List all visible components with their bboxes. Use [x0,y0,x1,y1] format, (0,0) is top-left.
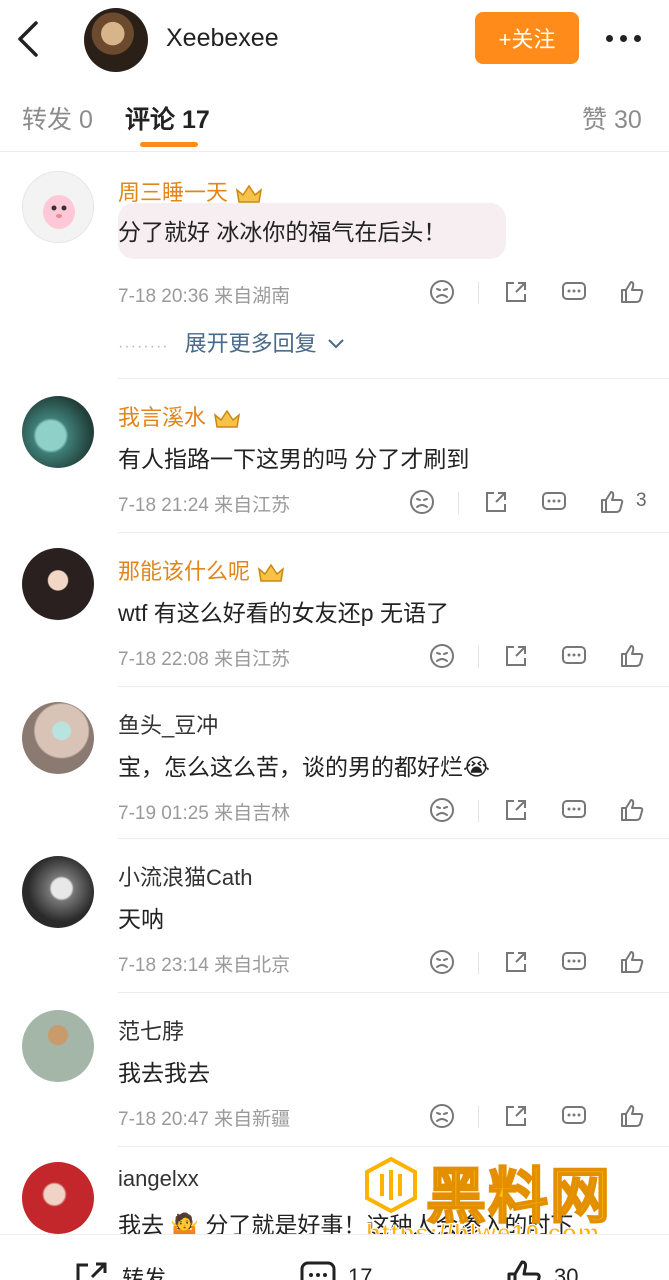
tab-comments[interactable]: 评论 17 [125,100,210,136]
dislike-icon[interactable] [428,278,456,306]
commenter-name[interactable]: 我言溪水 [118,400,242,432]
comment-actions [428,278,658,308]
like-count: 3 [636,490,647,511]
share-icon[interactable] [482,488,510,516]
commenter-avatar[interactable] [22,702,94,774]
profile-username[interactable]: Xeebexee [166,24,279,53]
comment-text: 有人指路一下这男的吗 分了才刷到 [118,446,470,472]
commenter-name[interactable]: 小流浪猫Cath [118,860,252,892]
commenter-avatar[interactable] [22,548,94,620]
comment-meta: 7-18 22:08 来自江苏 [118,649,291,670]
comment-meta: 7-18 23:14 来自北京 [118,955,291,976]
commenter-name[interactable]: 那能该什么呢 [118,554,286,586]
reply-icon[interactable] [540,488,568,516]
commenter-name-text[interactable]: 我言溪水 [118,405,206,430]
tab-likes[interactable]: 赞 30 [582,100,642,136]
like-icon[interactable] [618,642,646,670]
comment-divider [118,992,669,993]
reply-icon[interactable] [560,642,588,670]
comment-actions [428,642,658,672]
comment-meta: 7-18 20:47 来自新疆 [118,1109,291,1130]
comment-divider [118,1146,669,1147]
dislike-icon[interactable] [428,948,456,976]
reply-icon[interactable] [560,796,588,824]
comment-button[interactable]: 17 [298,1257,372,1280]
comment-meta: 7-18 20:36 来自湖南 [118,286,291,307]
comment-divider [118,686,669,687]
comment-divider [118,838,669,839]
comment-text: 我去我去 [118,1060,210,1086]
commenter-avatar[interactable] [22,856,94,928]
dislike-icon[interactable] [428,796,456,824]
like-button[interactable]: 30 [504,1257,578,1280]
commenter-avatar[interactable] [22,1162,94,1234]
repost-button[interactable]: 转发 [72,1257,166,1280]
chevron-down-icon [328,339,344,349]
comment-divider [118,378,669,379]
dislike-icon[interactable] [408,488,436,516]
share-icon[interactable] [502,278,530,306]
bottom-action-bar: 转发 17 30 [0,1234,669,1280]
comment-actions: 3 [408,488,660,518]
like-icon[interactable] [618,948,646,976]
vip-crown-icon [213,409,241,428]
commenter-avatar[interactable] [22,1010,94,1082]
more-options-icon[interactable] [606,26,650,50]
comment-icon [300,1261,336,1280]
expand-replies-label: 展开更多回复 [184,331,317,356]
like-icon[interactable] [598,488,626,516]
comment-actions [428,796,658,826]
dislike-icon[interactable] [428,642,456,670]
commenter-name-text[interactable]: 那能该什么呢 [118,559,250,584]
commenter-name[interactable]: 鱼头_豆冲 [118,708,218,740]
like-icon[interactable] [618,1102,646,1130]
profile-avatar[interactable] [84,8,148,72]
commenter-name[interactable]: iangelxx [118,1166,199,1192]
repost-label: 转发 [122,1266,167,1280]
comment-text: 分了就好 冰冰你的福气在后头！ [118,203,507,259]
commenter-avatar[interactable] [22,171,94,243]
thumbs-up-icon [507,1260,541,1280]
back-arrow-icon[interactable] [14,20,44,58]
commenter-name-text[interactable]: 周三睡一天 [118,180,228,205]
expand-replies-link[interactable]: ········ 展开更多回复 [118,326,345,358]
comment-text: 宝，怎么这么苦，谈的男的都好烂😭 [118,754,490,780]
dotted-leader: ········ [118,338,169,355]
comment-count: 17 [348,1264,373,1280]
like-icon[interactable] [618,278,646,306]
reply-icon[interactable] [560,1102,588,1130]
tab-reposts[interactable]: 转发 0 [22,100,93,136]
comment-meta: 7-19 01:25 来自吉林 [118,803,291,824]
comment-text: wtf 有这么好看的女友还p 无语了 [118,600,449,626]
follow-button[interactable]: +关注 [475,12,579,64]
share-icon[interactable] [502,948,530,976]
like-count-total: 30 [554,1264,579,1280]
comment-actions [428,1102,658,1132]
tab-bar: 转发 0 评论 17 赞 30 [0,80,669,152]
reply-icon[interactable] [560,278,588,306]
commenter-name[interactable]: 范七脖 [118,1014,184,1046]
share-icon[interactable] [502,1102,530,1130]
dislike-icon[interactable] [428,1102,456,1130]
active-tab-indicator [140,142,198,147]
commenter-avatar[interactable] [22,396,94,468]
vip-crown-icon [257,563,285,582]
comment-actions [428,948,658,978]
comment-meta: 7-18 21:24 来自江苏 [118,495,291,516]
share-icon[interactable] [502,642,530,670]
like-icon[interactable] [618,796,646,824]
comment-text: 天呐 [118,906,164,932]
reply-icon[interactable] [560,948,588,976]
top-nav-bar: Xeebexee +关注 [0,0,669,78]
comment-divider [118,532,669,533]
repost-icon [76,1262,107,1280]
share-icon[interactable] [502,796,530,824]
